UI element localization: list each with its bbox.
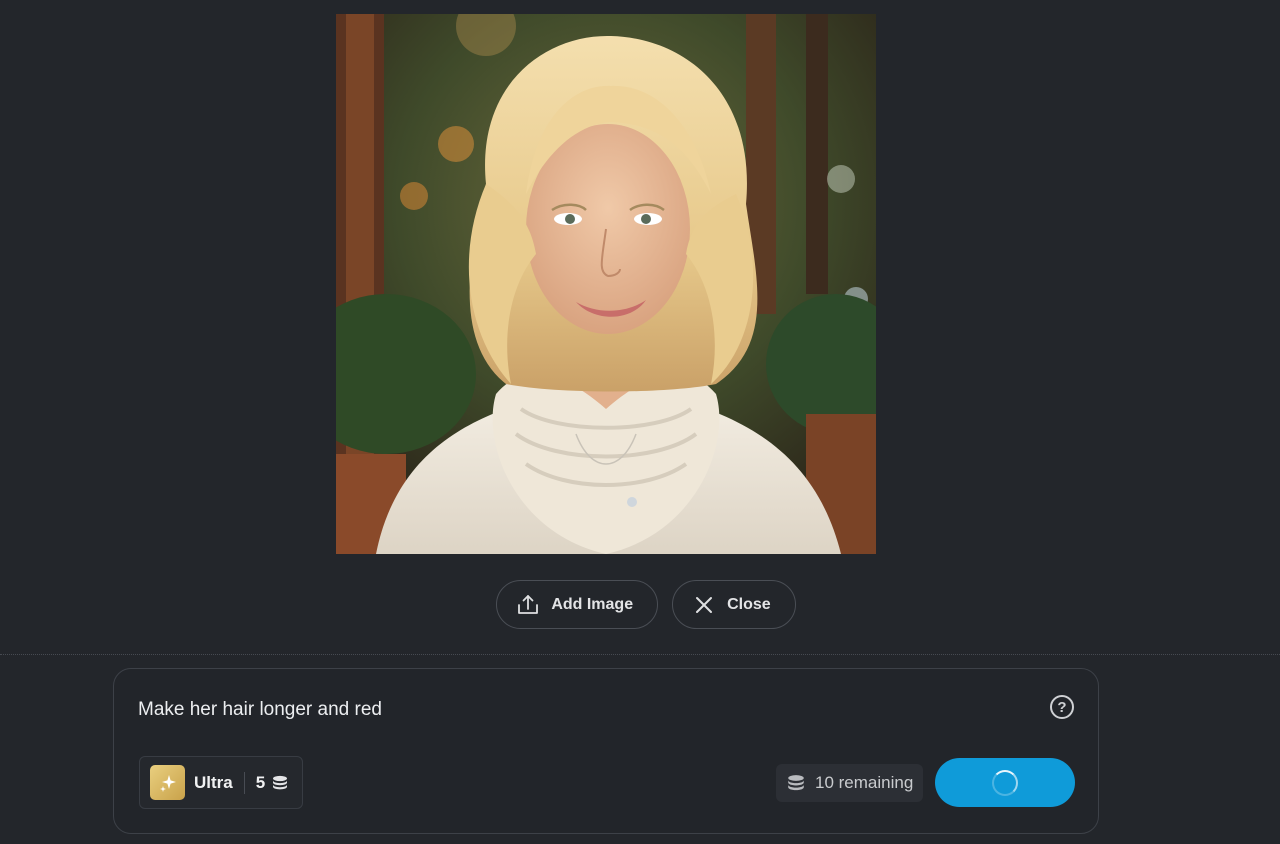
section-divider	[0, 654, 1280, 655]
add-image-label: Add Image	[551, 595, 634, 613]
close-button[interactable]: Close	[672, 580, 796, 629]
prompt-input[interactable]: Make her hair longer and red	[138, 699, 382, 721]
help-glyph: ?	[1057, 698, 1067, 716]
loading-spinner-icon	[992, 769, 1018, 796]
remaining-label: 10 remaining	[815, 773, 914, 792]
image-actions: Add Image Close	[0, 580, 1280, 629]
model-name: Ultra	[194, 772, 233, 792]
portrait-image	[336, 14, 876, 554]
editor-stage: Add Image Close Make her hair longer and…	[0, 0, 1280, 844]
upload-icon	[518, 594, 539, 614]
close-icon	[696, 596, 713, 613]
model-selector[interactable]: Ultra 5	[139, 756, 303, 809]
coin-stack-icon	[788, 775, 804, 791]
model-cost: 5	[255, 772, 266, 792]
add-image-button[interactable]: Add Image	[496, 580, 659, 629]
help-icon[interactable]: ?	[1050, 695, 1074, 719]
sparkle-icon	[150, 765, 185, 800]
generated-image	[336, 14, 876, 554]
coin-stack-icon	[273, 775, 288, 789]
credits-remaining: 10 remaining	[776, 764, 924, 802]
prompt-panel: Make her hair longer and red ? Ultra 5 1…	[113, 668, 1099, 834]
generate-button[interactable]	[935, 758, 1075, 807]
close-label: Close	[727, 595, 771, 613]
chip-separator	[243, 771, 245, 794]
